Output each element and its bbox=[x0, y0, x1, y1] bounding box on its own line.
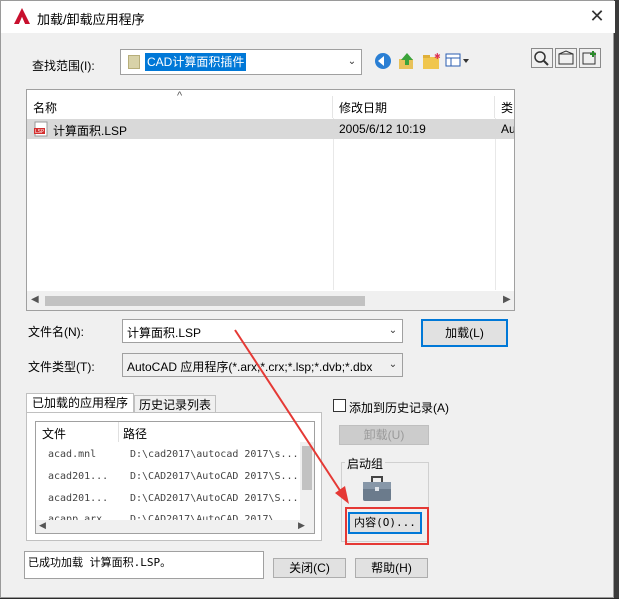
load-unload-dialog: 加载/卸载应用程序 ✕ 查找范围(I): CAD计算面积插件 ⌄ ✱ ^ 名称 … bbox=[0, 0, 615, 598]
annotation-arrow bbox=[234, 329, 349, 504]
